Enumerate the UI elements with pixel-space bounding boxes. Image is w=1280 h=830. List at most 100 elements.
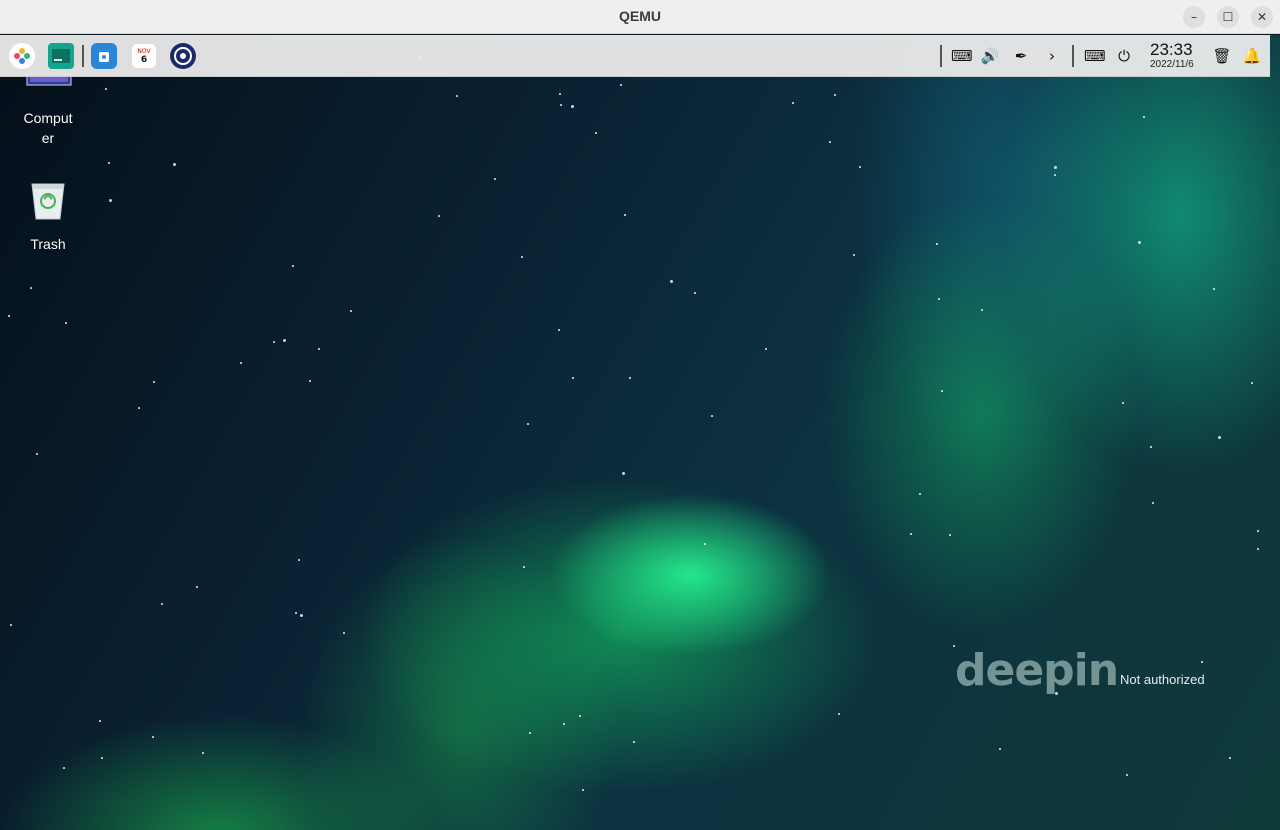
star: [30, 287, 32, 289]
qemu-titlebar: QEMU – ☐ ✕: [0, 0, 1280, 34]
window-title: QEMU: [619, 8, 661, 24]
star: [1213, 288, 1215, 290]
minimize-button[interactable]: –: [1183, 6, 1205, 28]
calendar-icon[interactable]: NOV 6: [131, 43, 157, 69]
clock-time[interactable]: 23:33: [1150, 40, 1193, 60]
close-button[interactable]: ✕: [1251, 6, 1273, 28]
star: [571, 105, 574, 108]
star: [1152, 502, 1154, 504]
star: [273, 341, 275, 343]
star: [1054, 166, 1057, 169]
desktop-wallpaper: Comput er Trash deepin Not authorized: [0, 35, 1280, 830]
computer-label[interactable]: Comput er: [10, 108, 86, 148]
star: [318, 348, 320, 350]
star: [838, 713, 840, 715]
star: [36, 453, 38, 455]
star: [949, 534, 951, 536]
star: [829, 141, 831, 143]
pen-icon[interactable]: ✒: [1011, 47, 1031, 65]
star: [521, 256, 523, 258]
volume-icon[interactable]: 🔊: [980, 47, 1000, 65]
onscreen-keyboard-icon[interactable]: ⌨: [1084, 47, 1106, 65]
star: [101, 757, 103, 759]
star: [1257, 530, 1259, 532]
control-center-icon[interactable]: [170, 43, 196, 69]
star: [8, 315, 10, 317]
star: [309, 380, 311, 382]
star: [523, 566, 525, 568]
star: [563, 723, 565, 725]
star: [173, 163, 176, 166]
tray-separator: [940, 45, 942, 67]
star: [559, 93, 561, 95]
star: [350, 310, 352, 312]
star: [560, 104, 562, 106]
star: [283, 339, 286, 342]
star: [629, 377, 631, 379]
star: [1143, 116, 1145, 118]
terminal-icon[interactable]: [48, 43, 74, 69]
star: [981, 309, 983, 311]
star: [153, 381, 155, 383]
star: [1126, 774, 1128, 776]
power-icon[interactable]: ⏻: [1114, 47, 1134, 65]
star: [792, 102, 794, 104]
star: [343, 632, 345, 634]
dock-separator: [82, 45, 84, 67]
star: [670, 280, 673, 283]
wallpaper-stars: [0, 35, 1280, 830]
star: [65, 322, 67, 324]
star: [936, 243, 938, 245]
star: [300, 614, 303, 617]
star: [1218, 436, 1221, 439]
star: [109, 199, 112, 202]
star: [834, 94, 836, 96]
star: [620, 84, 622, 86]
star: [558, 329, 560, 331]
trash-icon[interactable]: [29, 181, 67, 221]
expand-tray-icon[interactable]: ›: [1042, 47, 1062, 65]
star: [240, 362, 242, 364]
star: [63, 767, 65, 769]
star: [196, 586, 198, 588]
star: [579, 715, 581, 717]
star: [582, 789, 584, 791]
app-store-icon[interactable]: [91, 43, 117, 69]
maximize-button[interactable]: ☐: [1217, 6, 1239, 28]
clock-date[interactable]: 2022/11/6: [1150, 59, 1194, 70]
star: [527, 423, 529, 425]
star: [295, 612, 297, 614]
star: [711, 415, 713, 417]
star: [624, 214, 626, 216]
notification-icon[interactable]: 🔔: [1242, 47, 1262, 65]
star: [853, 254, 855, 256]
star: [765, 348, 767, 350]
star: [859, 166, 861, 168]
launcher-icon[interactable]: [9, 43, 35, 69]
star: [1054, 174, 1056, 176]
top-dock: NOV 6 ⌨ 🔊 ✒ › ⌨ ⏻ 🗑 🔔: [0, 35, 1270, 77]
star: [529, 732, 531, 734]
star: [1138, 241, 1141, 244]
star: [298, 559, 300, 561]
star: [694, 292, 696, 294]
star: [1251, 382, 1253, 384]
star: [595, 132, 597, 134]
star: [1229, 757, 1231, 759]
tray-separator-2: [1072, 45, 1074, 67]
authorization-status: Not authorized: [1120, 672, 1205, 687]
star: [456, 95, 458, 97]
star: [105, 88, 107, 90]
star: [919, 493, 921, 495]
keyboard-layout-icon[interactable]: ⌨: [951, 47, 973, 65]
star: [202, 752, 204, 754]
star: [1122, 402, 1124, 404]
star: [910, 533, 912, 535]
deepin-logo: deepin: [955, 645, 1119, 696]
tray-trash-icon[interactable]: 🗑: [1212, 47, 1232, 65]
star: [941, 390, 943, 392]
star: [938, 298, 940, 300]
star: [633, 741, 635, 743]
trash-label[interactable]: Trash: [10, 234, 86, 254]
star: [1201, 661, 1203, 663]
